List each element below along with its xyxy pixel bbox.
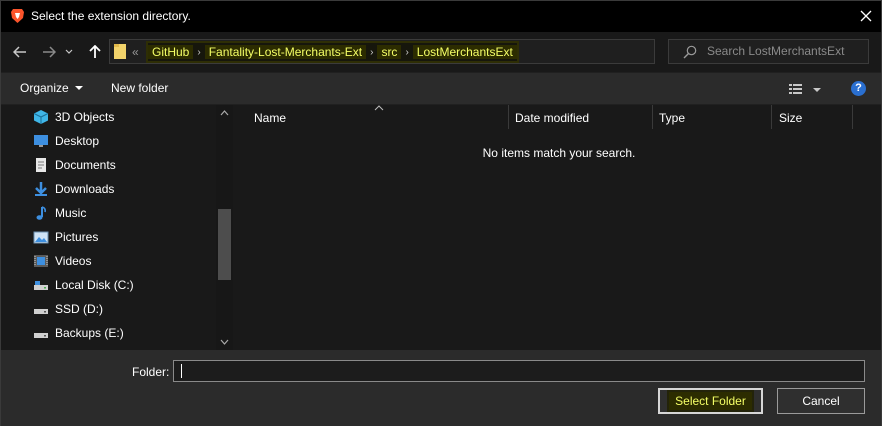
change-view-button[interactable] — [788, 82, 824, 98]
select-folder-button[interactable]: Select Folder — [658, 388, 763, 414]
chevron-down-icon[interactable] — [220, 338, 229, 346]
breadcrumb-separator[interactable]: › — [193, 47, 204, 58]
column-divider[interactable] — [771, 105, 772, 129]
column-divider[interactable] — [508, 105, 509, 129]
sidebar-item-label: Documents — [55, 158, 116, 172]
column-divider[interactable] — [852, 105, 853, 129]
sidebar-item-videos[interactable]: Videos — [33, 251, 91, 271]
chevron-up-icon[interactable] — [220, 109, 229, 117]
organize-label: Organize — [20, 81, 69, 95]
breadcrumb-separator[interactable]: › — [366, 47, 377, 58]
close-button[interactable] — [853, 4, 879, 28]
downloads-icon — [35, 182, 47, 196]
sidebar-item-label: Backups (E:) — [55, 326, 124, 340]
drive-icon — [34, 333, 48, 338]
breadcrumb-item-github[interactable]: GitHub — [148, 45, 194, 59]
window-title: Select the extension directory. — [31, 9, 191, 23]
sidebar-item-label: Videos — [55, 254, 92, 268]
organize-button[interactable]: Organize — [20, 81, 83, 95]
search-box[interactable] — [668, 39, 869, 64]
sidebar-scrollbar[interactable] — [216, 105, 233, 350]
pictures-icon — [33, 231, 49, 244]
music-icon — [36, 206, 46, 220]
sidebar-item-pictures[interactable]: Pictures — [33, 227, 98, 247]
view-details-icon — [789, 84, 821, 94]
forward-button[interactable] — [38, 41, 60, 63]
breadcrumb-item-src[interactable]: src — [377, 45, 402, 59]
3d-objects-icon — [33, 110, 49, 124]
close-icon — [860, 10, 872, 22]
overflow-crumb[interactable]: « — [132, 45, 139, 59]
folder-input[interactable] — [173, 360, 865, 382]
videos-icon — [34, 255, 48, 267]
sidebar-item-label: Pictures — [55, 230, 99, 244]
documents-icon — [36, 158, 46, 172]
desktop-icon — [34, 135, 48, 147]
folder-icon — [114, 44, 126, 59]
dialog-footer: Folder: Select Folder Cancel — [1, 350, 881, 426]
new-folder-button[interactable]: New folder — [111, 81, 168, 95]
sort-ascending-icon — [374, 105, 384, 111]
up-button[interactable] — [84, 41, 106, 63]
sidebar-item-desktop[interactable]: Desktop — [33, 131, 99, 151]
breadcrumb-item-current[interactable]: LostMerchantsExt — [412, 45, 517, 59]
sidebar-item-ssd-d[interactable]: SSD (D:) — [33, 299, 103, 319]
search-icon — [683, 45, 697, 59]
search-input[interactable] — [707, 44, 865, 58]
drive-icon — [34, 309, 48, 314]
arrow-up-icon — [89, 45, 101, 58]
arrow-right-icon — [43, 46, 56, 58]
command-bar: Organize New folder ? — [1, 73, 881, 104]
column-divider[interactable] — [652, 105, 653, 129]
sidebar-item-music[interactable]: Music — [33, 203, 86, 223]
sidebar-item-3d-objects[interactable]: 3D Objects — [33, 107, 114, 127]
folder-field-label: Folder: — [132, 365, 170, 379]
help-button[interactable]: ? — [851, 81, 866, 96]
navigation-bar: « GitHub › Fantality-Lost-Merchants-Ext … — [1, 32, 881, 72]
column-header-size[interactable]: Size — [779, 105, 802, 131]
file-dialog: Select the extension directory. « GitHub… — [0, 0, 882, 426]
sidebar-item-label: Desktop — [55, 134, 100, 148]
chevron-down-icon — [65, 49, 73, 54]
navigation-pane: 3D Objects Desktop Documents Downloads M… — [1, 105, 234, 350]
column-header-name[interactable]: Name — [254, 105, 286, 131]
sidebar-item-local-disk-c[interactable]: Local Disk (C:) — [33, 275, 134, 295]
sidebar-item-backups-e[interactable]: Backups (E:) — [33, 323, 124, 343]
breadcrumb: GitHub › Fantality-Lost-Merchants-Ext › … — [148, 43, 517, 61]
caret-down-icon — [74, 86, 83, 90]
arrow-left-icon — [13, 46, 26, 58]
file-list: Name Date modified Type Size No items ma… — [234, 105, 881, 350]
sidebar-item-label: 3D Objects — [55, 110, 115, 124]
brave-lion-icon — [11, 9, 24, 23]
cancel-button[interactable]: Cancel — [777, 388, 865, 414]
sidebar-item-downloads[interactable]: Downloads — [33, 179, 114, 199]
column-header-date-modified[interactable]: Date modified — [515, 105, 589, 131]
recent-locations-button[interactable] — [62, 41, 76, 63]
select-folder-label: Select Folder — [669, 392, 752, 410]
empty-state-message: No items match your search. — [482, 146, 636, 160]
breadcrumb-separator[interactable]: › — [401, 47, 412, 58]
title-bar: Select the extension directory. — [1, 1, 881, 32]
column-header-type[interactable]: Type — [659, 105, 685, 131]
sidebar-item-documents[interactable]: Documents — [33, 155, 116, 175]
text-caret — [181, 364, 182, 378]
back-button[interactable] — [9, 41, 31, 63]
sidebar-item-label: SSD (D:) — [55, 302, 103, 316]
drive-icon — [34, 281, 48, 290]
sidebar-item-label: Downloads — [55, 182, 115, 196]
scrollbar-thumb[interactable] — [218, 209, 231, 280]
sidebar-item-label: Music — [55, 206, 87, 220]
sidebar-item-label: Local Disk (C:) — [55, 278, 134, 292]
breadcrumb-item-repo[interactable]: Fantality-Lost-Merchants-Ext — [204, 45, 367, 59]
address-bar[interactable]: « GitHub › Fantality-Lost-Merchants-Ext … — [109, 39, 750, 64]
